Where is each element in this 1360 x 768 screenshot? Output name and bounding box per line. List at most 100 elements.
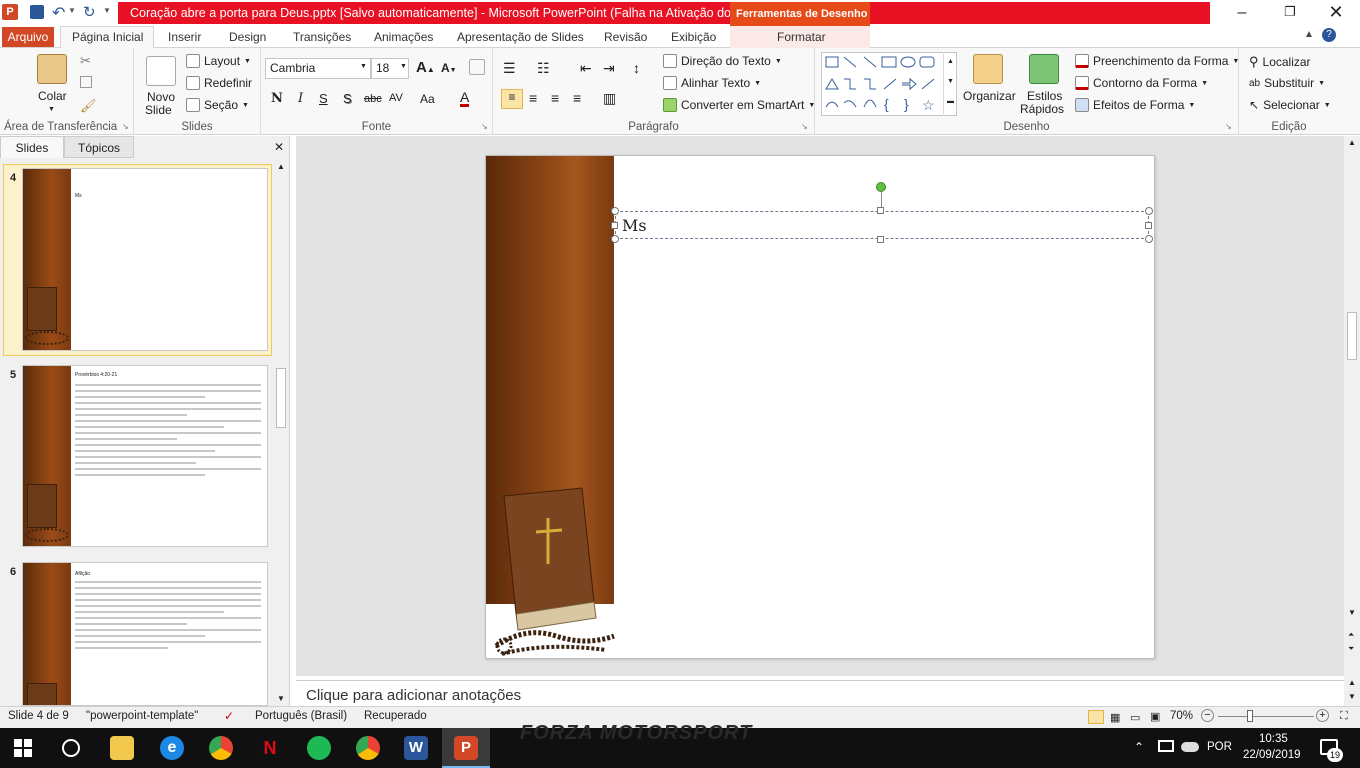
cut-icon[interactable]: ✂ — [80, 53, 91, 69]
quick-styles-label-2[interactable]: Rápidos — [1020, 102, 1064, 116]
help-icon[interactable]: ? — [1322, 28, 1336, 42]
align-text-button[interactable]: Alinhar Texto ▼ — [663, 76, 761, 90]
shapes-scroll[interactable]: ▲ ▼ ▬ — [943, 52, 957, 116]
scroll-up-icon[interactable]: ▲ — [1348, 138, 1356, 147]
resize-handle-bm[interactable] — [877, 236, 884, 243]
slide-thumbnail[interactable]: Ms — [22, 168, 268, 351]
shadow-button[interactable]: S — [343, 91, 352, 106]
shape-fill-button[interactable]: Preenchimento da Forma ▼ — [1075, 54, 1239, 68]
rotation-handle[interactable] — [876, 182, 886, 192]
onedrive-icon[interactable] — [1181, 742, 1199, 752]
scroll-down-icon[interactable]: ▼ — [277, 694, 285, 703]
resize-handle-tm[interactable] — [877, 207, 884, 214]
zoom-slider-thumb[interactable] — [1247, 710, 1253, 722]
align-center-icon[interactable]: ≡ — [529, 90, 537, 106]
numbering-icon[interactable]: ☷ — [537, 60, 550, 77]
clock-date[interactable]: 22/09/2019 — [1243, 749, 1301, 761]
customize-quick-access-icon[interactable]: ▼ — [103, 6, 111, 15]
normal-view-icon[interactable] — [1088, 710, 1104, 724]
format-painter-icon[interactable]: 🖌 — [80, 98, 97, 114]
paste-icon[interactable] — [37, 54, 67, 84]
zoom-in-button[interactable]: + — [1316, 709, 1329, 722]
slide-thumbnail[interactable]: Aflição — [22, 562, 268, 706]
tab-view[interactable]: Exibição — [671, 30, 716, 44]
repeat-icon[interactable]: ↻ — [83, 3, 96, 21]
reset-button[interactable]: Redefinir — [186, 76, 252, 90]
tab-review[interactable]: Revisão — [604, 30, 647, 44]
scroll-thumb[interactable] — [1347, 312, 1357, 360]
show-hidden-icons[interactable]: ⌃ — [1134, 740, 1144, 754]
restore-button[interactable]: ❐ — [1280, 4, 1300, 22]
font-color-button[interactable]: A — [460, 90, 470, 107]
shape-outline-button[interactable]: Contorno da Forma ▼ — [1075, 76, 1208, 90]
section-button[interactable]: Seção ▼ — [186, 98, 249, 112]
scroll-down-icon[interactable]: ▼ — [1348, 692, 1356, 701]
tab-file[interactable]: Arquivo — [2, 27, 54, 47]
slideshow-icon[interactable]: ▣ — [1150, 710, 1160, 723]
resize-handle-tl[interactable] — [611, 207, 619, 215]
fit-to-window-icon[interactable]: ⛶ — [1340, 710, 1348, 723]
save-icon[interactable] — [30, 5, 44, 19]
previous-slide-icon[interactable]: ⏶ — [1348, 630, 1354, 640]
slide-sorter-icon[interactable]: ▦ — [1110, 711, 1120, 724]
netflix-icon[interactable]: N — [258, 736, 282, 760]
resize-handle-bl[interactable] — [611, 235, 619, 243]
new-slide-label-2[interactable]: Slide — [145, 103, 172, 117]
clock-time[interactable]: 10:35 — [1259, 733, 1288, 745]
smartart-button[interactable]: Converter em SmartArt ▼ — [663, 98, 815, 112]
clear-format-icon[interactable] — [469, 59, 485, 75]
decrease-indent-icon[interactable]: ⇤ — [580, 60, 592, 77]
resize-handle-br[interactable] — [1145, 235, 1153, 243]
cortana-search-icon[interactable] — [62, 739, 80, 757]
replace-button[interactable]: ab Substituir ▼ — [1249, 76, 1325, 90]
shrink-font-icon[interactable]: A▼ — [441, 61, 457, 75]
arrange-icon[interactable] — [973, 54, 1003, 84]
slide-scrollbar[interactable]: ▲ ▼ ⏶ ⏷ ▲ ▼ — [1344, 136, 1360, 706]
paste-dropdown-icon[interactable]: ▼ — [48, 106, 55, 113]
powerpoint-icon[interactable]: P — [454, 736, 478, 760]
notes-pane[interactable]: Clique para adicionar anotações — [296, 680, 1344, 706]
chrome-profile-icon[interactable] — [356, 736, 380, 760]
paragraph-launcher-icon[interactable]: ↘ — [801, 122, 808, 131]
chrome-icon[interactable] — [209, 736, 233, 760]
minimize-ribbon-icon[interactable]: ▲ — [1304, 29, 1314, 40]
tab-insert[interactable]: Inserir — [168, 30, 201, 44]
char-spacing-button[interactable]: AV — [389, 92, 403, 104]
edge-browser-icon[interactable]: e — [160, 736, 184, 760]
resize-handle-mr[interactable] — [1145, 222, 1152, 229]
zoom-slider-track[interactable] — [1218, 716, 1314, 717]
bullets-icon[interactable]: ☰ — [503, 60, 516, 77]
select-button[interactable]: ↖ Selecionar ▼ — [1249, 98, 1331, 112]
grow-font-icon[interactable]: A▲ — [416, 59, 435, 76]
thumbnails-scrollbar[interactable]: ▲ ▼ — [274, 160, 288, 706]
input-language[interactable]: POR — [1207, 741, 1232, 753]
spotify-icon[interactable] — [307, 736, 331, 760]
minimize-button[interactable]: – — [1232, 4, 1252, 22]
resize-handle-tr[interactable] — [1145, 207, 1153, 215]
strikethrough-button[interactable]: abc — [364, 93, 382, 105]
text-direction-button[interactable]: Direção do Texto ▼ — [663, 54, 782, 68]
find-button[interactable]: ⚲ Localizar — [1249, 54, 1311, 70]
word-icon[interactable]: W — [404, 736, 428, 760]
bold-button[interactable]: N — [271, 91, 283, 106]
windows-start-icon[interactable] — [14, 739, 32, 757]
undo-dropdown-icon[interactable]: ▼ — [68, 6, 76, 15]
font-name-field[interactable]: Cambria — [265, 58, 371, 79]
font-size-dropdown-icon[interactable]: ▼ — [400, 63, 407, 70]
scroll-up-icon[interactable]: ▲ — [1348, 678, 1356, 687]
scroll-thumb[interactable] — [276, 368, 286, 428]
close-button[interactable]: ✕ — [1326, 2, 1346, 22]
language-status[interactable]: Português (Brasil) — [255, 710, 347, 722]
notes-placeholder[interactable]: Clique para adicionar anotações — [306, 687, 521, 704]
title-text[interactable]: Ms — [622, 216, 647, 235]
arrange-label[interactable]: Organizar — [963, 89, 1016, 103]
tab-slideshow[interactable]: Apresentação de Slides — [457, 30, 584, 44]
shapes-gallery[interactable]: { } ☆ — [821, 52, 957, 116]
slide-canvas[interactable]: Ms — [485, 155, 1155, 659]
reading-view-icon[interactable]: ▭ — [1130, 711, 1140, 724]
italic-button[interactable]: I — [298, 91, 303, 106]
justify-icon[interactable]: ≡ — [573, 90, 581, 106]
underline-button[interactable]: S — [319, 91, 328, 106]
tab-home[interactable]: Página Inicial — [72, 30, 143, 44]
align-right-icon[interactable]: ≡ — [551, 90, 559, 106]
